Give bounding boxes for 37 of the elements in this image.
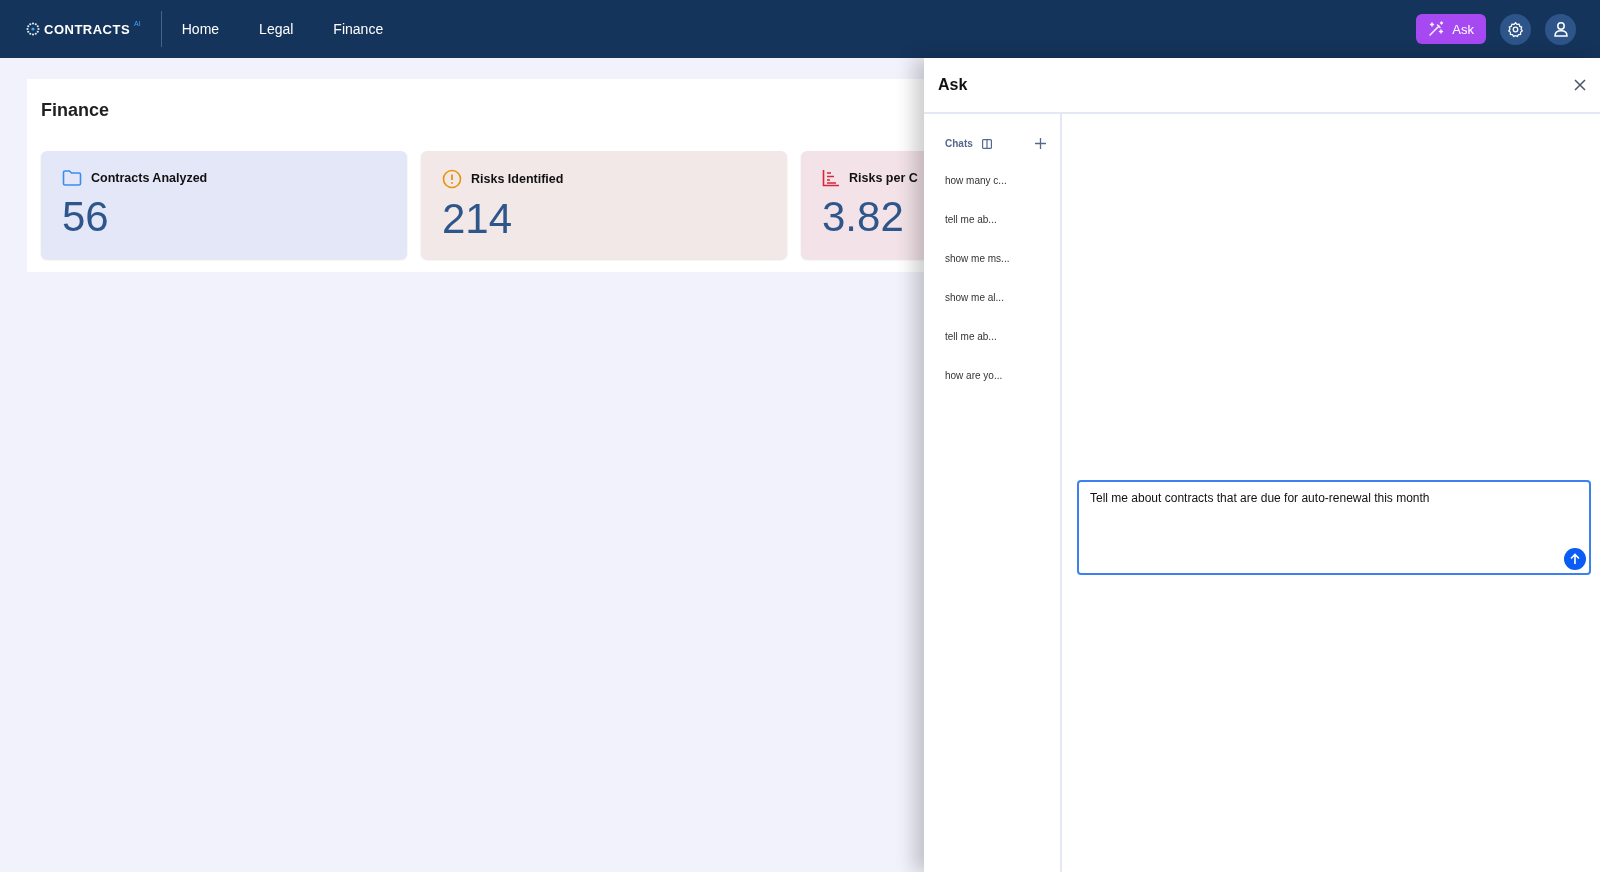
folder-icon bbox=[62, 169, 82, 187]
magic-wand-icon bbox=[1428, 21, 1445, 37]
chat-history-item[interactable]: tell me ab... bbox=[945, 208, 997, 231]
stat-value: 3.82 bbox=[822, 193, 904, 241]
settings-icon bbox=[1507, 20, 1524, 38]
chat-history-item[interactable]: show me ms... bbox=[945, 247, 1010, 270]
stat-value: 56 bbox=[62, 193, 109, 241]
stat-value: 214 bbox=[442, 195, 513, 243]
nav-link[interactable]: Legal bbox=[259, 17, 294, 41]
user-icon bbox=[1552, 21, 1569, 37]
ask-button[interactable]: Ask bbox=[1416, 14, 1486, 44]
bar-chart-icon bbox=[822, 169, 840, 187]
arrow-up-icon bbox=[1569, 553, 1581, 565]
nav-link[interactable]: Home bbox=[181, 17, 220, 41]
account-button[interactable] bbox=[1545, 13, 1576, 45]
nav-link[interactable]: Finance bbox=[333, 17, 384, 41]
close-button[interactable] bbox=[1572, 77, 1588, 93]
warning-icon bbox=[442, 169, 462, 189]
settings-button[interactable] bbox=[1500, 13, 1531, 45]
logo-icon bbox=[26, 22, 40, 36]
panel-title: Ask bbox=[938, 76, 968, 94]
message-field[interactable]: Tell me about contracts that are due for auto-renewal this month bbox=[1077, 480, 1591, 575]
chat-history-item[interactable]: tell me ab... bbox=[945, 325, 997, 348]
stat-title: Risks per C bbox=[849, 171, 918, 185]
brand-name: CONTRACTS bbox=[44, 21, 131, 37]
page-title: Finance bbox=[41, 100, 111, 121]
plus-icon bbox=[1035, 138, 1046, 149]
new-chat-button[interactable] bbox=[1035, 138, 1046, 149]
stat-title: Contracts Analyzed bbox=[91, 171, 208, 185]
send-button[interactable] bbox=[1564, 548, 1586, 570]
stat-title: Risks Identified bbox=[471, 172, 564, 186]
chat-history-item[interactable]: how many c... bbox=[945, 169, 1007, 192]
chat-history-item[interactable]: how are yo... bbox=[945, 364, 1003, 387]
chat-history-item[interactable]: show me al... bbox=[945, 286, 1004, 309]
sidebar-toggle-icon[interactable] bbox=[981, 138, 992, 149]
chats-label: Chats bbox=[945, 138, 973, 149]
close-icon bbox=[1574, 79, 1586, 91]
